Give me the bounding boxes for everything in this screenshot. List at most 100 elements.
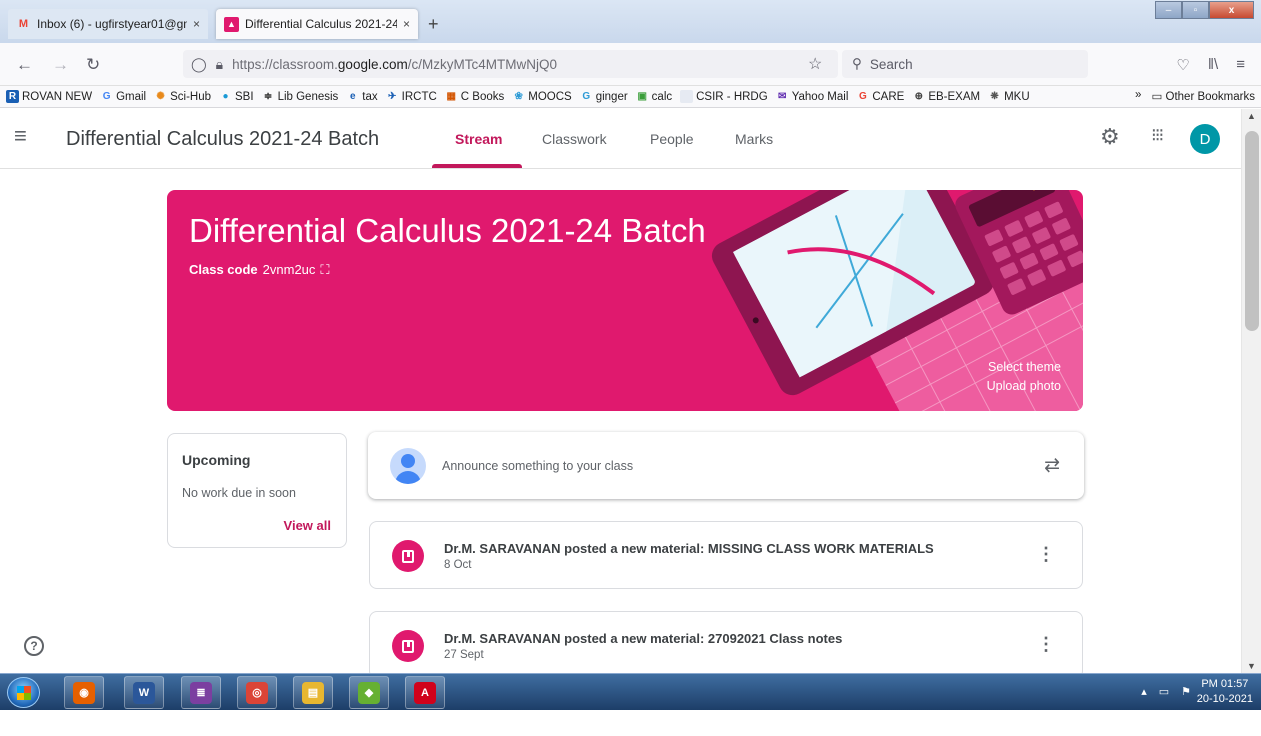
- tab-stream[interactable]: Stream: [455, 131, 502, 147]
- bookmark-label: IRCTC: [401, 90, 437, 103]
- more-options-icon[interactable]: ⋮: [1037, 634, 1055, 655]
- stream-post[interactable]: Dr.M. SARAVANAN posted a new material: M…: [369, 521, 1083, 589]
- upcoming-title: Upcoming: [182, 452, 251, 468]
- maximize-button[interactable]: ▫: [1182, 1, 1209, 19]
- bookmark-label: EB-EXAM: [928, 90, 981, 103]
- pocket-icon[interactable]: ♡: [1176, 56, 1189, 74]
- library-icon[interactable]: ‖\: [1208, 56, 1218, 74]
- acrobat-icon: A: [414, 681, 436, 704]
- file-explorer-icon: ▤: [302, 681, 324, 704]
- active-tab-indicator: [432, 164, 522, 168]
- scrollbar-thumb[interactable]: [1245, 131, 1259, 331]
- start-button[interactable]: [7, 677, 40, 708]
- close-window-button[interactable]: x: [1209, 1, 1254, 19]
- bookmarks-overflow-icon[interactable]: »: [1135, 89, 1141, 103]
- taskbar-sticky-notes[interactable]: ◆: [349, 676, 389, 709]
- bookmark-item[interactable]: CSIR - HRDG: [680, 90, 768, 103]
- close-tab-icon[interactable]: ×: [193, 17, 200, 31]
- lock-icon[interactable]: 🔒︎: [216, 56, 223, 73]
- bookmark-item[interactable]: ≑ Lib Genesis: [262, 90, 338, 103]
- settings-gear-icon[interactable]: ⚙: [1100, 124, 1120, 150]
- bookmark-item[interactable]: ✺ Sci-Hub: [154, 90, 211, 103]
- system-clock[interactable]: PM 01:57 20-10-2021: [1197, 677, 1253, 707]
- bookmark-label: CARE: [872, 90, 905, 103]
- new-tab-button[interactable]: +: [428, 14, 439, 35]
- scroll-down-icon[interactable]: ▼: [1247, 661, 1256, 671]
- more-options-icon[interactable]: ⋮: [1037, 544, 1055, 565]
- clock-time: PM 01:57: [1201, 678, 1249, 690]
- bookmark-item[interactable]: ❋ MKU: [988, 90, 1029, 103]
- vertical-scrollbar[interactable]: ▲ ▼: [1241, 109, 1261, 673]
- bookmark-star-icon[interactable]: ☆: [808, 54, 822, 74]
- back-arrow-icon[interactable]: ←: [16, 55, 33, 75]
- scroll-up-icon[interactable]: ▲: [1247, 111, 1256, 121]
- tab-gmail-inbox[interactable]: M Inbox (6) - ugfirstyear01@gmail ×: [8, 9, 208, 39]
- shield-icon[interactable]: ◯: [191, 56, 207, 73]
- post-date: 27 Sept: [444, 649, 484, 661]
- bookmark-item[interactable]: ✈ IRCTC: [386, 90, 437, 103]
- bookmark-item[interactable]: G CARE: [856, 90, 904, 103]
- bookmark-item[interactable]: ▦ C Books: [445, 90, 505, 103]
- bookmark-item[interactable]: ✉ Yahoo Mail: [776, 90, 848, 103]
- moocs-icon: ❀: [514, 91, 523, 102]
- action-center-flag-icon[interactable]: ⚑: [1181, 685, 1191, 698]
- bookmark-item[interactable]: ⊕ EB-EXAM: [912, 90, 980, 103]
- windows-taskbar: ◉ W ≣ ◎ ▤ ◆ A ▴ ▭ ⚑ PM 01:57 20-10-2021: [0, 673, 1261, 710]
- bookmark-item[interactable]: e tax: [346, 90, 378, 103]
- account-avatar[interactable]: D: [1190, 124, 1220, 154]
- help-icon[interactable]: ?: [24, 636, 44, 656]
- ie-icon: e: [350, 91, 356, 102]
- taskbar-firefox[interactable]: ◉: [64, 676, 104, 709]
- word-icon: W: [133, 681, 155, 704]
- bookmark-item[interactable]: ● SBI: [219, 90, 253, 103]
- url-text[interactable]: https://classroom.google.com/c/MzkyMTc4M…: [232, 57, 557, 72]
- taskbar-word[interactable]: W: [124, 676, 164, 709]
- calc-icon: ▣: [637, 91, 647, 102]
- tab-marks[interactable]: Marks: [735, 131, 773, 147]
- address-bar[interactable]: ◯ 🔒︎ https://classroom.google.com/c/Mzky…: [183, 50, 838, 78]
- post-date: 8 Oct: [444, 559, 472, 571]
- main-menu-icon[interactable]: ≡: [14, 123, 27, 149]
- taskbar-winrar[interactable]: ≣: [181, 676, 221, 709]
- bookmark-item[interactable]: R ROVAN NEW: [6, 90, 92, 103]
- other-bookmarks-folder[interactable]: ▭ Other Bookmarks: [1151, 89, 1255, 103]
- forward-arrow-icon[interactable]: →: [52, 55, 69, 75]
- network-icon[interactable]: ▭: [1159, 685, 1169, 698]
- bookmark-item[interactable]: ▣ calc: [636, 90, 672, 103]
- search-input[interactable]: ⚲ Search: [842, 50, 1088, 78]
- post-title[interactable]: Dr.M. SARAVANAN posted a new material: M…: [444, 541, 934, 556]
- view-all-link[interactable]: View all: [284, 518, 331, 533]
- taskbar-file-explorer[interactable]: ▤: [293, 676, 333, 709]
- bookmark-item[interactable]: Gginger: [580, 90, 627, 103]
- material-icon: [392, 540, 424, 572]
- browser-window: M Inbox (6) - ugfirstyear01@gmail × ▲ Di…: [0, 0, 1261, 736]
- class-title[interactable]: Differential Calculus 2021-24 Batch: [66, 128, 379, 151]
- google-icon: G: [102, 91, 111, 102]
- stream-post[interactable]: Dr.M. SARAVANAN posted a new material: 2…: [369, 611, 1083, 673]
- bookmark-item[interactable]: G Gmail: [100, 90, 146, 103]
- announce-box[interactable]: Announce something to your class ⇄: [368, 432, 1084, 499]
- google-apps-icon[interactable]: ⁝⁝⁝: [1151, 125, 1164, 146]
- taskbar-acrobat[interactable]: A: [405, 676, 445, 709]
- reuse-post-icon[interactable]: ⇄: [1044, 454, 1060, 477]
- blank-page-icon: [680, 90, 694, 103]
- announce-placeholder[interactable]: Announce something to your class: [442, 459, 633, 473]
- tab-classwork[interactable]: Classwork: [542, 131, 607, 147]
- reload-icon[interactable]: ↻: [86, 55, 100, 75]
- show-hidden-icons-icon[interactable]: ▴: [1141, 685, 1147, 698]
- bookmark-label: C Books: [460, 90, 505, 103]
- minimize-button[interactable]: –: [1155, 1, 1182, 19]
- tab-classroom[interactable]: ▲ Differential Calculus 2021-24 Ba ×: [216, 9, 418, 39]
- select-theme-link[interactable]: Select theme: [988, 360, 1061, 374]
- fullscreen-icon[interactable]: ⛶: [320, 262, 329, 278]
- upload-photo-link[interactable]: Upload photo: [987, 379, 1061, 393]
- hamburger-menu-icon[interactable]: ≡: [1236, 56, 1245, 74]
- post-title[interactable]: Dr.M. SARAVANAN posted a new material: 2…: [444, 631, 842, 646]
- close-tab-icon[interactable]: ×: [403, 17, 410, 31]
- irctc-icon: ✈: [387, 91, 397, 102]
- clock-date: 20-10-2021: [1196, 693, 1253, 705]
- tab-people[interactable]: People: [650, 131, 694, 147]
- sticky-notes-icon: ◆: [358, 681, 380, 704]
- taskbar-chrome[interactable]: ◎: [237, 676, 277, 709]
- bookmark-item[interactable]: ❀ MOOCS: [512, 90, 572, 103]
